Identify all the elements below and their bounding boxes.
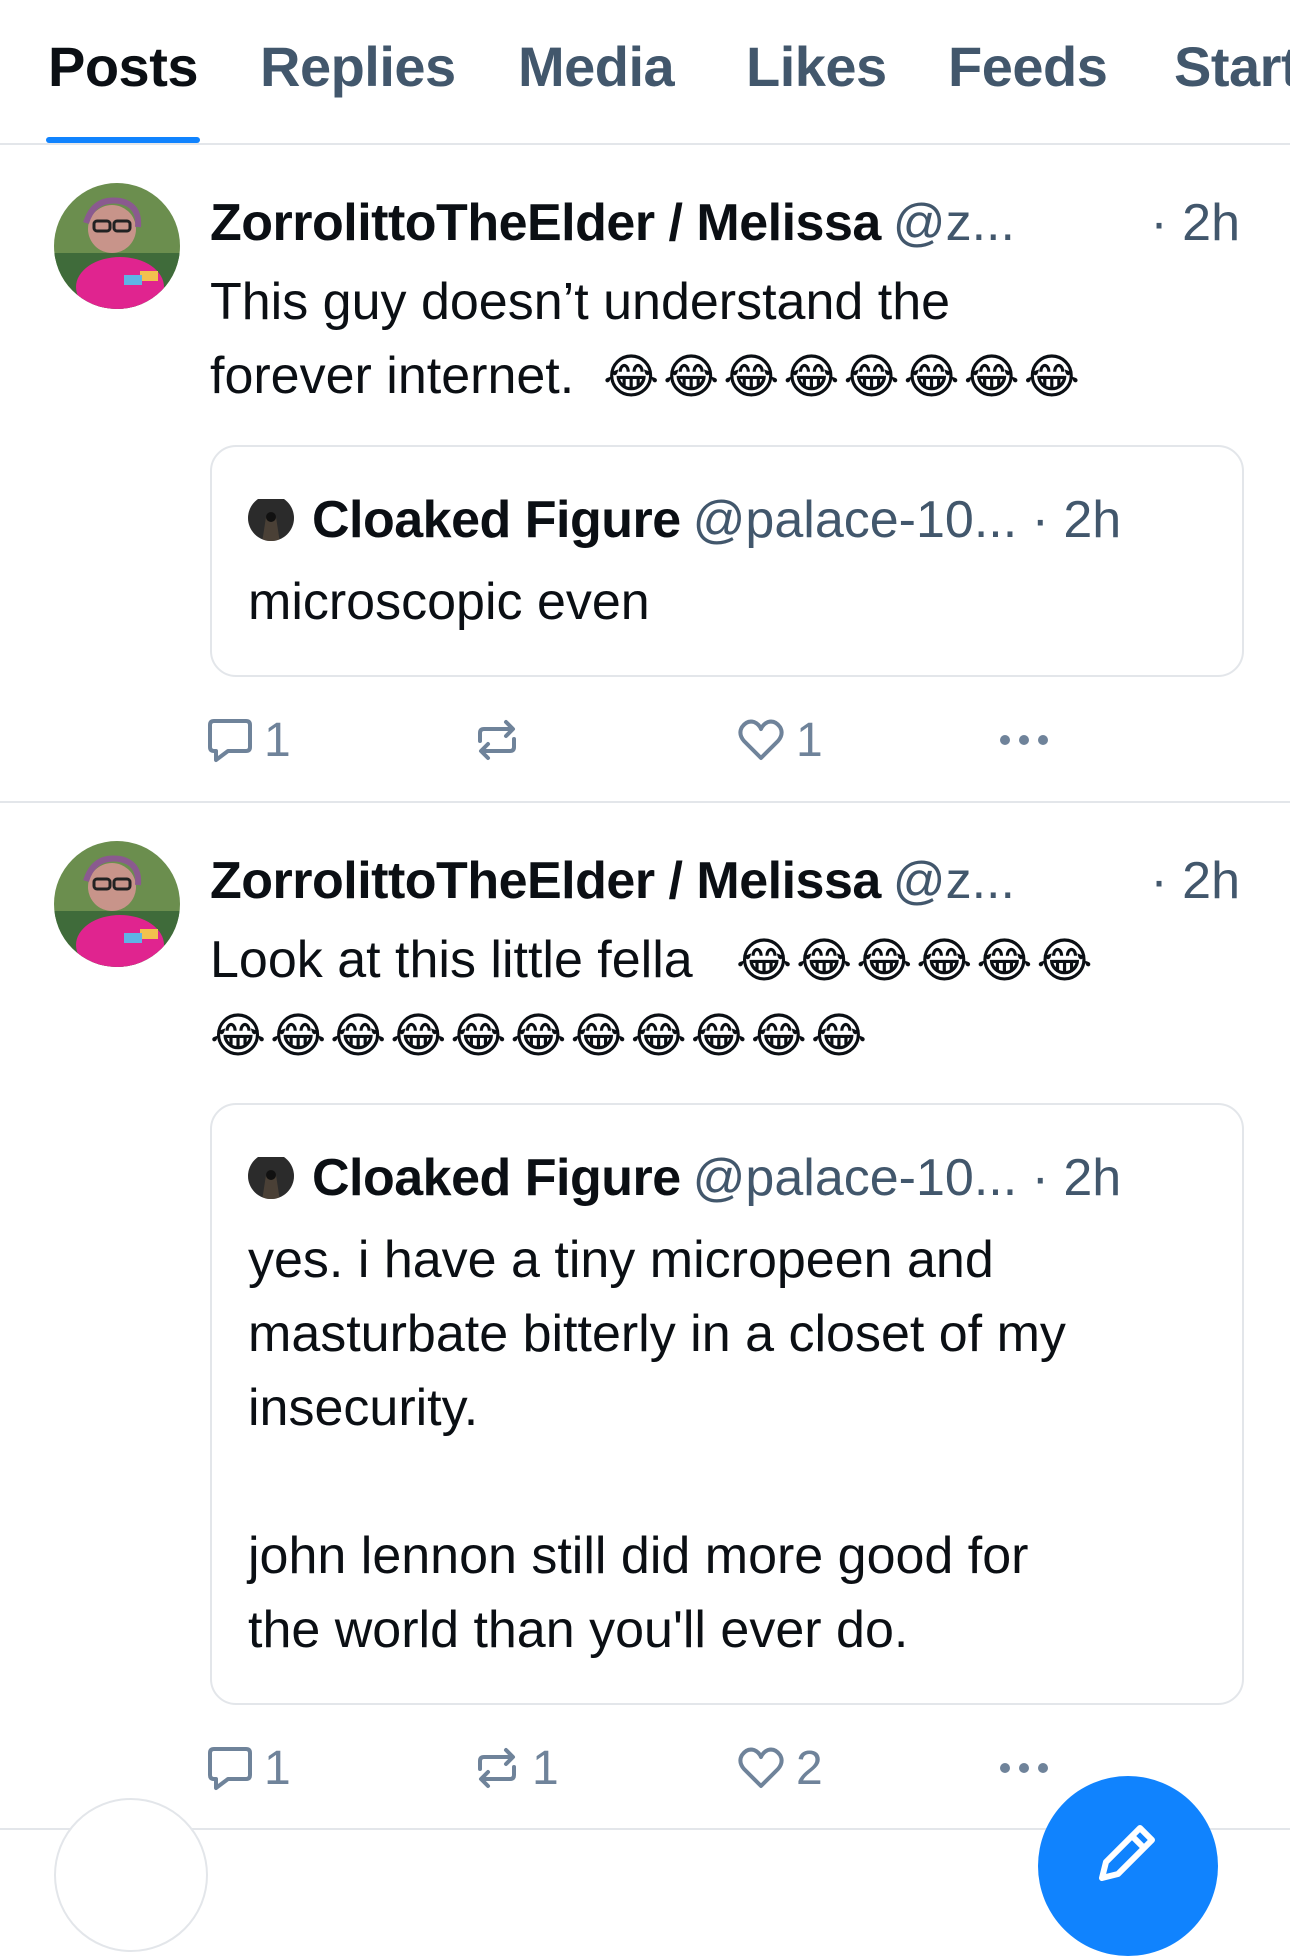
author-handle[interactable]: @z... (893, 852, 1015, 910)
post-timestamp[interactable]: · 2h (1150, 189, 1240, 257)
author-name[interactable]: ZorrolittoTheElder / Melissa (210, 852, 881, 910)
avatar[interactable] (54, 841, 180, 967)
repost-button[interactable]: 1 (472, 1733, 559, 1803)
repost-count: 1 (532, 1741, 559, 1795)
like-count: 2 (796, 1741, 823, 1795)
post-text-body: Look at this little fella (210, 931, 693, 989)
quoted-avatar (248, 495, 294, 542)
quoted-post[interactable]: Cloaked Figure @palace-10... · 2h yes. i … (210, 1103, 1244, 1705)
reply-count: 1 (264, 1741, 291, 1795)
heart-icon (738, 719, 784, 760)
post-header: ZorrolittoTheElder / Melissa @z... · 2h (210, 189, 1240, 257)
more-options-button[interactable] (998, 1733, 1050, 1803)
author-handle[interactable]: @z... (893, 194, 1015, 252)
post-actions: 1 1 (206, 705, 1106, 775)
author-name[interactable]: ZorrolittoTheElder / Melissa (210, 194, 881, 252)
emoji-run: 😂😂😂😂😂😂 (736, 933, 1097, 989)
speech-bubble-icon (208, 719, 252, 762)
quoted-author-handle: @palace-10... (692, 1149, 1018, 1207)
ellipsis-icon (1000, 735, 1048, 745)
emoji-run: 😂😂😂😂😂😂😂😂😂😂😂 (210, 1008, 871, 1064)
quoted-author-name: Cloaked Figure (312, 1149, 681, 1207)
tab-feeds[interactable]: Feeds (948, 34, 1108, 99)
post-text: Look at this little fella 😂😂😂😂😂😂 😂😂😂😂😂😂😂… (210, 923, 1250, 1073)
like-count: 1 (796, 713, 823, 767)
speech-bubble-icon (208, 1747, 252, 1790)
post-actions: 1 1 2 (206, 1733, 1106, 1803)
quoted-author-name: Cloaked Figure (312, 491, 681, 549)
avatar[interactable] (54, 183, 180, 309)
like-button[interactable]: 1 (736, 705, 823, 775)
repost-button[interactable] (472, 705, 532, 775)
quoted-avatar (248, 1153, 294, 1200)
profile-tabs: Posts Replies Media Likes Feeds Starter … (0, 0, 1290, 145)
tab-media[interactable]: Media (518, 34, 675, 99)
reply-count: 1 (264, 713, 291, 767)
like-button[interactable]: 2 (736, 1733, 823, 1803)
compose-button[interactable] (1038, 1776, 1218, 1956)
quoted-post-text: yes. i have a tiny micropeen and masturb… (248, 1231, 1066, 1659)
quoted-post-text: microscopic even (248, 573, 650, 631)
repost-arrows-icon (478, 1748, 516, 1788)
tab-likes[interactable]: Likes (746, 34, 887, 99)
feed-post[interactable]: ZorrolittoTheElder / Melissa @z... · 2h T… (0, 145, 1290, 803)
tab-starter-packs[interactable]: Starter Packs (1174, 34, 1290, 99)
quoted-timestamp: · 2h (1031, 1149, 1122, 1207)
reply-button[interactable]: 1 (206, 1733, 291, 1803)
quoted-post-header: Cloaked Figure @palace-10... · 2h (248, 487, 1208, 553)
pencil-icon (1099, 1825, 1155, 1881)
heart-icon (738, 1747, 784, 1788)
post-header: ZorrolittoTheElder / Melissa @z... · 2h (210, 847, 1240, 915)
tab-replies[interactable]: Replies (260, 34, 456, 99)
post-timestamp[interactable]: · 2h (1150, 847, 1240, 915)
quoted-post[interactable]: Cloaked Figure @palace-10... · 2h microsc… (210, 445, 1244, 677)
reply-button[interactable]: 1 (206, 705, 291, 775)
post-text: This guy doesn’t understand the forever … (210, 265, 1250, 414)
active-tab-indicator (46, 137, 200, 143)
tab-posts[interactable]: Posts (48, 34, 199, 99)
quoted-timestamp: · 2h (1031, 491, 1122, 549)
repost-arrows-icon (478, 720, 516, 760)
more-options-button[interactable] (998, 705, 1050, 775)
emoji-run: 😂😂😂😂😂😂😂😂 (603, 349, 1084, 405)
feed-post[interactable]: ZorrolittoTheElder / Melissa @z... · 2h L… (0, 803, 1290, 1830)
quoted-post-header: Cloaked Figure @palace-10... · 2h (248, 1145, 1208, 1211)
avatar[interactable] (54, 1798, 208, 1952)
ellipsis-icon (1000, 1763, 1048, 1773)
quoted-author-handle: @palace-10... (692, 491, 1018, 549)
